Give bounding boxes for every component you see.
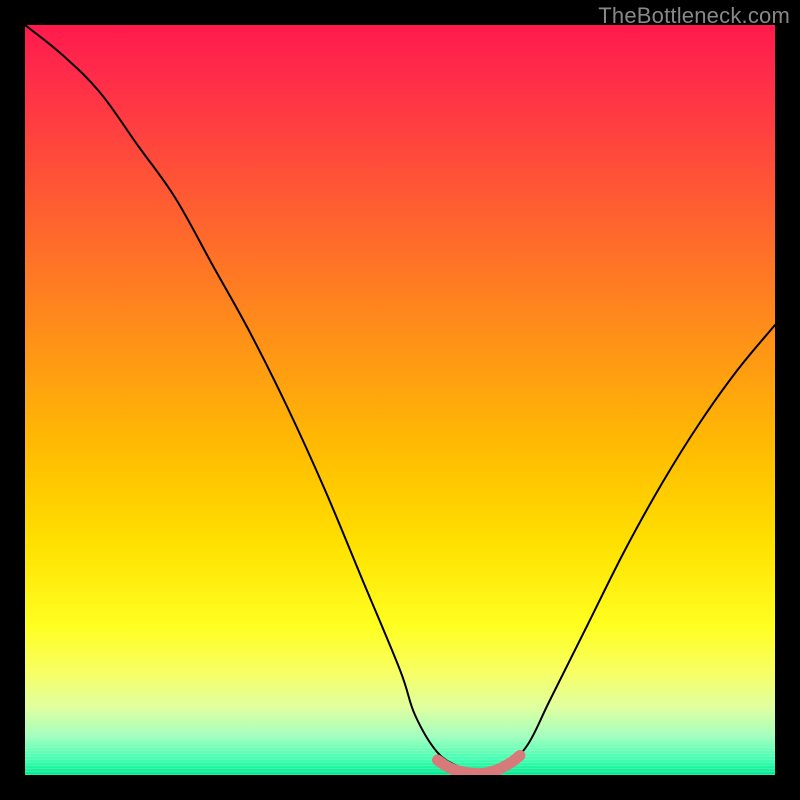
- watermark-text: TheBottleneck.com: [598, 3, 790, 29]
- chart-container: TheBottleneck.com: [0, 0, 800, 800]
- gradient-background: [25, 25, 775, 775]
- plot-area: [25, 25, 775, 775]
